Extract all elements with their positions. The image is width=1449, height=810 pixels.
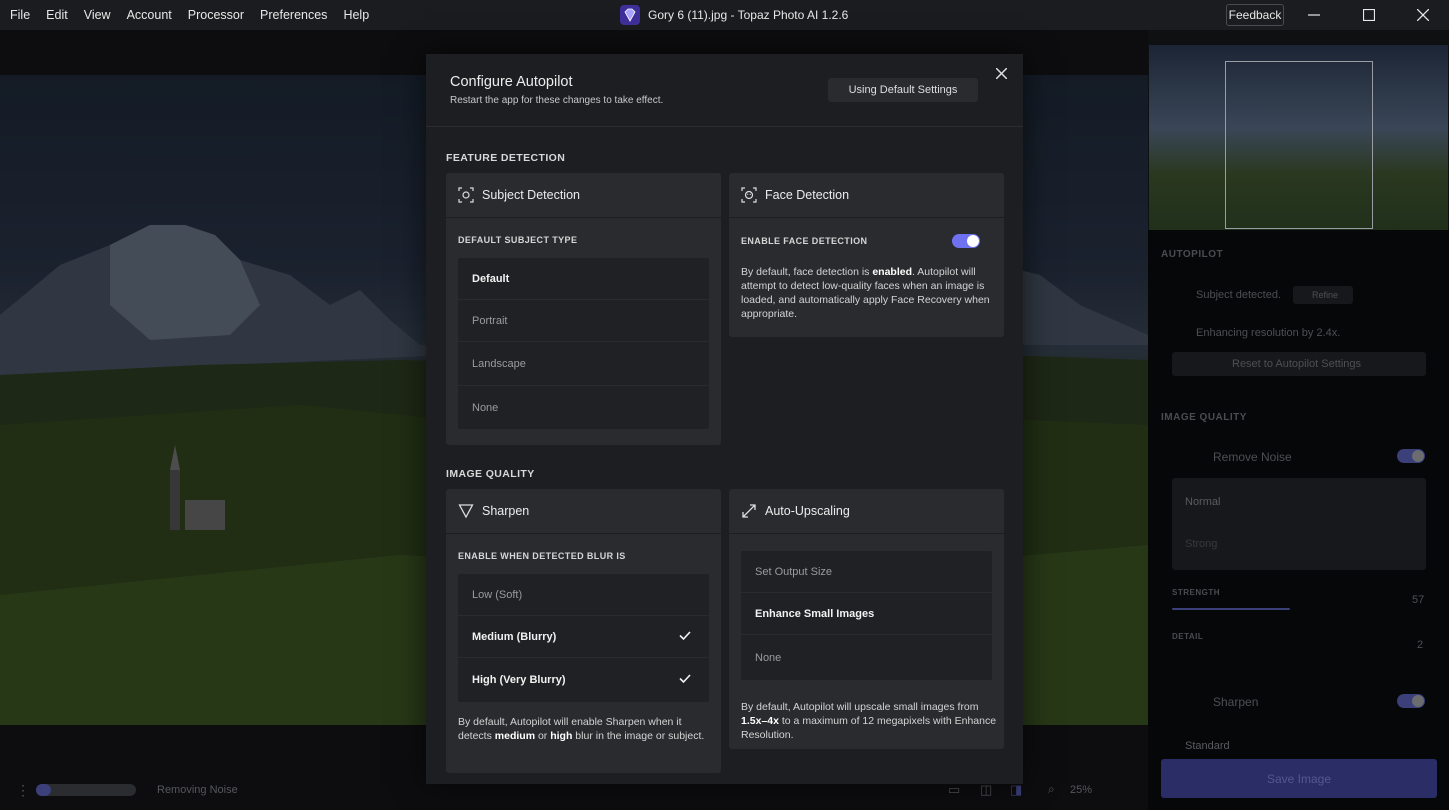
- face-detection-icon: [741, 187, 757, 203]
- zoom-level[interactable]: 25%: [1070, 784, 1092, 796]
- standard-option[interactable]: Standard: [1185, 740, 1230, 752]
- menu-view[interactable]: View: [78, 8, 117, 22]
- upscale-mode-list: Set Output Size Enhance Small Images Non…: [741, 551, 992, 680]
- subject-option-none[interactable]: None: [458, 386, 709, 429]
- blur-option-low[interactable]: Low (Soft): [458, 574, 709, 616]
- progress-fill: [36, 784, 51, 796]
- sharpen-card: Sharpen ENABLE WHEN DETECTED BLUR IS Low…: [446, 489, 721, 773]
- save-image-button[interactable]: Save Image: [1161, 759, 1437, 798]
- blur-level-list: Low (Soft) Medium (Blurry) High (Very Bl…: [458, 574, 709, 702]
- more-options-icon[interactable]: ⋮: [16, 782, 30, 799]
- face-detection-header: Face Detection: [729, 173, 1004, 218]
- close-window-icon[interactable]: [1400, 0, 1446, 30]
- dialog-subtitle: Restart the app for these changes to tak…: [450, 95, 664, 106]
- progress-bar: [36, 784, 136, 796]
- menu-processor[interactable]: Processor: [182, 8, 250, 22]
- autopilot-heading: AUTOPILOT: [1161, 249, 1224, 260]
- right-panel-dim: AUTOPILOT Subject detected. Refine Enhan…: [1148, 230, 1449, 810]
- using-default-settings-button[interactable]: Using Default Settings: [828, 78, 978, 102]
- dialog-title: Configure Autopilot: [450, 74, 573, 90]
- sharpen-panel-toggle[interactable]: [1397, 694, 1425, 708]
- checkmark-icon: [679, 674, 691, 687]
- auto-upscaling-header: Auto-Upscaling: [729, 489, 1004, 534]
- subject-detection-icon: [458, 187, 474, 203]
- enhancing-text: Enhancing resolution by 2.4x.: [1196, 327, 1341, 339]
- status-text: Removing Noise: [157, 784, 238, 796]
- expand-arrows-icon: [741, 503, 757, 519]
- auto-upscaling-card: Auto-Upscaling Set Output Size Enhance S…: [729, 489, 1004, 749]
- navigator-viewport-frame[interactable]: [1225, 61, 1373, 229]
- sharpen-header: Sharpen: [446, 489, 721, 534]
- reset-autopilot-button[interactable]: Reset to Autopilot Settings: [1232, 358, 1361, 370]
- detail-value[interactable]: 2: [1417, 639, 1423, 651]
- upscaling-description: By default, Autopilot will upscale small…: [741, 701, 997, 741]
- close-icon[interactable]: [995, 66, 1008, 84]
- normal-option[interactable]: Normal: [1185, 496, 1220, 508]
- default-subject-type-label: DEFAULT SUBJECT TYPE: [458, 235, 578, 245]
- sharpen-title: Sharpen: [482, 504, 530, 518]
- remove-noise-label: Remove Noise: [1213, 450, 1292, 464]
- image-quality-heading-modal: IMAGE QUALITY: [446, 468, 535, 480]
- subject-option-default[interactable]: Default: [458, 258, 709, 300]
- blur-threshold-label: ENABLE WHEN DETECTED BLUR IS: [458, 551, 626, 561]
- minimize-icon[interactable]: [1291, 0, 1337, 30]
- subject-detection-title: Subject Detection: [482, 188, 580, 202]
- feature-detection-heading: FEATURE DETECTION: [446, 152, 566, 164]
- zoom-icon[interactable]: ⌕: [1048, 782, 1055, 797]
- sharpen-icon: [458, 503, 474, 519]
- face-detection-toggle[interactable]: [952, 234, 980, 248]
- menu-edit[interactable]: Edit: [40, 8, 74, 22]
- menu-preferences[interactable]: Preferences: [254, 8, 333, 22]
- upscale-option-none[interactable]: None: [741, 635, 992, 680]
- face-detection-description: By default, face detection is enabled. A…: [741, 266, 990, 320]
- remove-noise-toggle[interactable]: [1397, 449, 1425, 463]
- side-by-side-icon[interactable]: ◨: [1010, 782, 1022, 798]
- maximize-icon[interactable]: [1346, 0, 1392, 30]
- menu-account[interactable]: Account: [121, 8, 178, 22]
- window-title-text: Gory 6 (11).jpg - Topaz Photo AI 1.2.6: [648, 8, 849, 22]
- configure-autopilot-dialog: Configure Autopilot Restart the app for …: [426, 54, 1023, 784]
- face-detection-title: Face Detection: [765, 188, 850, 202]
- enable-face-detection-label: ENABLE FACE DETECTION: [741, 236, 868, 246]
- dialog-header: Configure Autopilot Restart the app for …: [426, 54, 1023, 127]
- title-bar: File Edit View Account Processor Prefere…: [0, 0, 1449, 30]
- menu-bar: File Edit View Account Processor Prefere…: [0, 0, 375, 30]
- strength-value[interactable]: 57: [1412, 594, 1424, 606]
- menu-help[interactable]: Help: [337, 8, 375, 22]
- subject-type-list: Default Portrait Landscape None: [458, 258, 709, 429]
- subject-option-landscape[interactable]: Landscape: [458, 342, 709, 386]
- blur-option-high[interactable]: High (Very Blurry): [458, 658, 709, 702]
- subject-option-portrait[interactable]: Portrait: [458, 300, 709, 342]
- blur-option-medium[interactable]: Medium (Blurry): [458, 616, 709, 658]
- image-quality-heading: IMAGE QUALITY: [1161, 412, 1247, 423]
- subject-detection-header: Subject Detection: [446, 173, 721, 218]
- split-view-icon[interactable]: ◫: [980, 782, 992, 798]
- right-panel: AUTOPILOT Subject detected. Refine Enhan…: [1148, 30, 1449, 810]
- face-detection-card: Face Detection ENABLE FACE DETECTION By …: [729, 173, 1004, 337]
- sharpen-panel-label: Sharpen: [1213, 695, 1259, 709]
- app-logo-icon: [620, 5, 640, 25]
- subject-detected-text: Subject detected.: [1196, 289, 1282, 301]
- single-view-icon[interactable]: ▭: [948, 782, 960, 798]
- strong-option[interactable]: Strong: [1185, 538, 1217, 550]
- upscale-option-enhance-small[interactable]: Enhance Small Images: [741, 593, 992, 635]
- feedback-button[interactable]: Feedback: [1226, 4, 1284, 26]
- menu-file[interactable]: File: [4, 8, 36, 22]
- upscale-option-output-size[interactable]: Set Output Size: [741, 551, 992, 593]
- navigator-thumbnail[interactable]: [1149, 45, 1448, 230]
- auto-upscaling-title: Auto-Upscaling: [765, 504, 850, 518]
- detail-label: DETAIL: [1172, 632, 1204, 641]
- window-title: Gory 6 (11).jpg - Topaz Photo AI 1.2.6: [620, 0, 848, 30]
- refine-button[interactable]: Refine: [1312, 290, 1338, 300]
- strength-label: STRENGTH: [1172, 588, 1220, 597]
- subject-detection-card: Subject Detection DEFAULT SUBJECT TYPE D…: [446, 173, 721, 445]
- checkmark-icon: [679, 630, 691, 643]
- sharpen-description: By default, Autopilot will enable Sharpe…: [458, 716, 705, 742]
